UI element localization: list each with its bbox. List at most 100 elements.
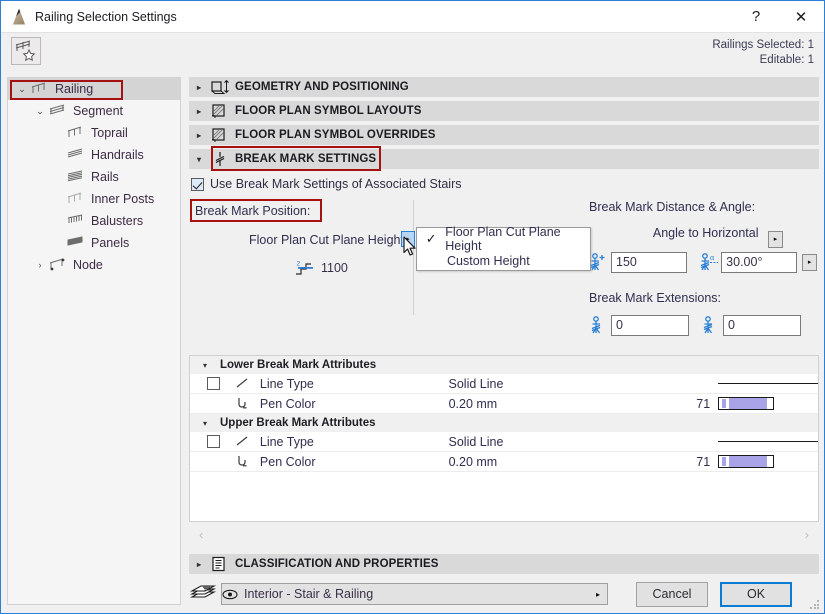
break-mark-extension-lower-icon — [589, 315, 611, 335]
cancel-button[interactable]: Cancel — [636, 581, 708, 607]
attribute-name: Line Type — [259, 376, 314, 391]
use-break-mark-settings-checkbox[interactable] — [191, 177, 204, 191]
menu-item-custom-height[interactable]: Custom Height — [417, 250, 590, 272]
floorplan-icon — [209, 127, 231, 143]
attribute-row[interactable]: Pen Color 0.20 mm 71 — [190, 452, 818, 472]
cut-plane-height-value: 1100 — [321, 261, 348, 275]
angle-mode-dropdown-button[interactable]: ▸ — [768, 230, 783, 248]
attribute-name: Line Type — [259, 434, 314, 449]
pen-color-swatch[interactable] — [718, 397, 775, 410]
layer-value: Interior - Stair & Railing — [244, 587, 374, 601]
line-type-icon — [234, 376, 254, 392]
attribute-group-header[interactable]: ▾ Upper Break Mark Attributes — [190, 414, 818, 432]
attribute-row[interactable]: Line Type Solid Line — [190, 432, 818, 452]
railing-favorite-icon[interactable] — [11, 37, 41, 65]
attributes-horizontal-scrollbar[interactable]: ‹ › — [189, 524, 819, 544]
attribute-checkbox-cell — [190, 377, 234, 390]
scroll-left-icon[interactable]: ‹ — [189, 527, 213, 542]
tree-item-label: Rails — [91, 170, 119, 184]
distance-angle-fields-row: 150 α 30.00° ▸ — [589, 251, 817, 273]
attribute-row[interactable]: Pen Color 0.20 mm 71 — [190, 394, 818, 414]
classification-icon — [209, 556, 231, 572]
break-mark-extension-lower-input[interactable]: 0 — [611, 314, 689, 336]
break-mark-icon — [209, 151, 231, 167]
section-header-floor-plan-symbol-overrides[interactable]: ▸ FLOOR PLAN SYMBOL OVERRIDES — [189, 125, 819, 145]
menu-item-floor-plan-cut-plane-height[interactable]: ✓ Floor Plan Cut Plane Height — [417, 225, 590, 253]
tree-twisty-icon[interactable]: ⌄ — [14, 84, 30, 95]
section-header-classification-and-properties[interactable]: ▸ CLASSIFICATION AND PROPERTIES — [189, 554, 819, 574]
selection-info: Railings Selected: 1 Editable: 1 — [712, 38, 814, 68]
scroll-right-icon[interactable]: › — [795, 527, 819, 542]
resize-grip[interactable] — [810, 600, 820, 610]
break-mark-angle-input[interactable]: 30.00° — [721, 251, 798, 273]
chevron-down-icon[interactable]: ▾ — [190, 419, 220, 428]
section-header-geometry-and-positioning[interactable]: ▸ GEOMETRY AND POSITIONING — [189, 77, 819, 97]
tree-item-railing[interactable]: ⌄ Railing — [8, 78, 180, 100]
tree-item-inner-posts[interactable]: Inner Posts — [8, 188, 180, 210]
attribute-value[interactable]: Solid Line — [449, 377, 674, 391]
attribute-preview-cell — [717, 383, 818, 384]
break-mark-angle-icon: α — [699, 252, 721, 272]
svg-text:2: 2 — [297, 261, 301, 268]
tree-item-panels[interactable]: Panels — [8, 232, 180, 254]
tree-item-node[interactable]: › Node — [8, 254, 180, 276]
attribute-row[interactable]: Line Type Solid Line — [190, 374, 818, 394]
use-break-mark-settings-label: Use Break Mark Settings of Associated St… — [210, 177, 462, 191]
handrails-icon — [66, 147, 88, 163]
attribute-checkbox[interactable] — [206, 435, 220, 448]
svg-text:α: α — [710, 253, 715, 262]
vertical-divider — [413, 200, 414, 315]
section-header-floor-plan-symbol-layouts[interactable]: ▸ FLOOR PLAN SYMBOL LAYOUTS — [189, 101, 819, 121]
tree-item-handrails[interactable]: Handrails — [8, 144, 180, 166]
editable-count: Editable: 1 — [759, 54, 814, 66]
pen-color-swatch[interactable] — [718, 455, 775, 468]
tree-item-segment[interactable]: ⌄ Segment — [8, 100, 180, 122]
toolbar-strip: Railings Selected: 1 Editable: 1 — [1, 32, 824, 74]
railing-selection-settings-window: Railing Selection Settings ? ✕ Railings … — [0, 0, 825, 614]
attribute-group-header[interactable]: ▾ Lower Break Mark Attributes — [190, 356, 818, 374]
title-bar: Railing Selection Settings ? ✕ — [1, 1, 824, 32]
attribute-value[interactable]: 0.20 mm — [449, 397, 674, 411]
help-button[interactable]: ? — [734, 1, 778, 32]
tree-twisty-icon[interactable]: ⌄ — [32, 106, 48, 117]
distance-angle-title: Break Mark Distance & Angle: — [589, 200, 756, 214]
angle-spinner-button[interactable]: ▸ — [802, 253, 817, 271]
close-icon[interactable]: ✕ — [778, 1, 824, 32]
attribute-value[interactable]: 0.20 mm — [449, 455, 674, 469]
break-mark-extension-upper-icon — [701, 315, 723, 335]
dialog-footer: Interior - Stair & Railing ▸ Cancel OK — [189, 579, 819, 609]
layers-icon[interactable] — [189, 583, 217, 605]
tree-item-label: Handrails — [91, 148, 144, 162]
tree-item-label: Toprail — [91, 126, 128, 140]
tree-twisty-icon[interactable]: › — [32, 260, 48, 270]
menu-item-label: Custom Height — [447, 254, 530, 268]
break-mark-distance-input[interactable]: 150 — [611, 251, 688, 273]
classification-section[interactable]: ▸ CLASSIFICATION AND PROPERTIES — [189, 554, 819, 578]
tree-item-balusters[interactable]: Balusters — [8, 210, 180, 232]
attribute-number: 71 — [696, 454, 711, 469]
ok-button[interactable]: OK — [720, 581, 792, 607]
tree-item-rails[interactable]: Rails — [8, 166, 180, 188]
break-mark-position-dropdown-button[interactable]: ▸ — [401, 231, 415, 247]
attribute-name: Pen Color — [259, 396, 316, 411]
layer-combobox[interactable]: Interior - Stair & Railing ▸ — [221, 583, 608, 605]
section-title: BREAK MARK SETTINGS — [235, 153, 377, 165]
section-header-break-mark-settings[interactable]: ▾ BREAK MARK SETTINGS — [189, 149, 819, 169]
break-mark-attributes-table: ▾ Lower Break Mark Attributes Line Type Sol… — [189, 355, 819, 522]
attribute-preview-cell — [718, 397, 818, 410]
chevron-down-icon[interactable]: ▾ — [190, 361, 220, 370]
chevron-right-icon: ▸ — [196, 106, 202, 116]
tree-item-label: Panels — [91, 236, 130, 250]
use-break-mark-settings-row[interactable]: Use Break Mark Settings of Associated St… — [191, 174, 819, 194]
break-mark-extension-upper-input[interactable]: 0 — [723, 314, 801, 336]
eye-icon — [222, 589, 244, 600]
section-title: GEOMETRY AND POSITIONING — [235, 81, 409, 93]
chevron-right-icon[interactable]: ▸ — [596, 590, 607, 599]
railing-app-icon — [12, 8, 26, 25]
attribute-checkbox[interactable] — [206, 377, 220, 390]
break-mark-position-area: Break Mark Position: Floor Plan Cut Plan… — [189, 199, 819, 360]
balusters-icon — [66, 213, 88, 229]
attribute-value[interactable]: Solid Line — [449, 435, 674, 449]
tree-item-toprail[interactable]: Toprail — [8, 122, 180, 144]
attribute-preview-cell — [718, 455, 818, 468]
